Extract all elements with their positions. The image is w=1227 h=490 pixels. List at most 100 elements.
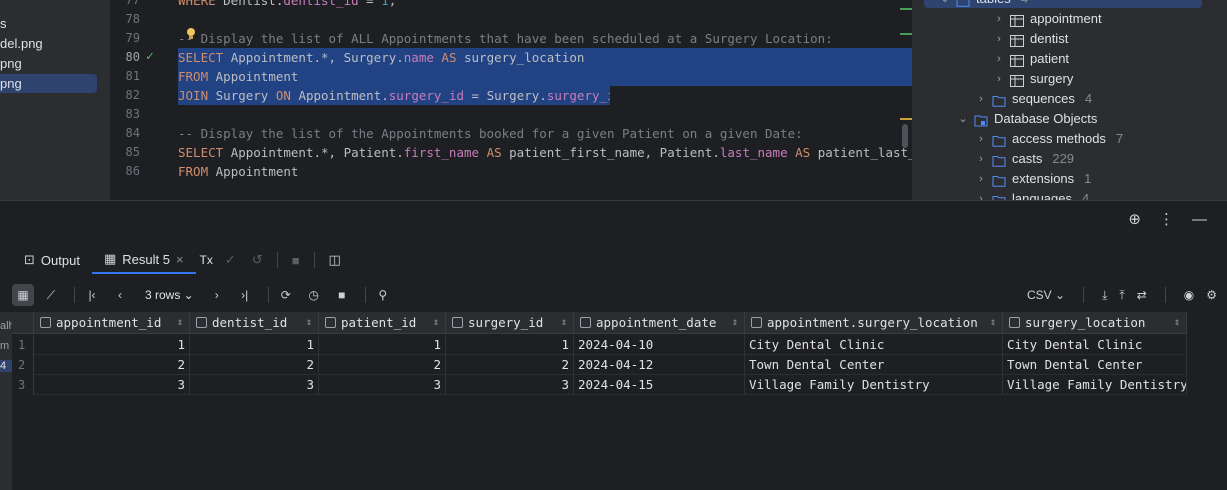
code-line[interactable] — [178, 105, 912, 124]
table-view-icon[interactable]: ▦ — [12, 284, 34, 306]
grid-cell[interactable]: Town Dental Center — [1003, 355, 1187, 375]
compare-icon[interactable]: ⇄ — [1137, 288, 1147, 302]
grid-cell[interactable]: 3 — [446, 375, 574, 395]
clock-icon[interactable]: ◷ — [303, 284, 325, 306]
tree-node-dentist[interactable]: › dentist — [994, 29, 1068, 49]
first-page-icon[interactable]: |‹ — [81, 284, 103, 306]
prev-page-icon[interactable]: ‹ — [109, 284, 131, 306]
row-number[interactable]: 1 — [12, 335, 34, 355]
chevron-icon[interactable]: › — [976, 129, 986, 149]
grid-cell[interactable]: 3 — [34, 375, 190, 395]
chevron-icon[interactable]: › — [976, 149, 986, 169]
chart-view-icon[interactable]: ⟋ — [40, 284, 62, 306]
stop-icon[interactable]: ■ — [331, 284, 353, 306]
file-item[interactable]: s — [0, 14, 97, 33]
column-header[interactable]: appointment.surgery_location ⇕ — [745, 312, 1003, 334]
chevron-icon[interactable]: › — [994, 9, 1004, 29]
sort-icon[interactable]: ⇕ — [306, 312, 312, 333]
tree-node-tables[interactable]: ⌄ tables 4 — [940, 0, 1028, 9]
chevron-icon[interactable]: › — [994, 29, 1004, 49]
code-line[interactable]: FROM Appointment — [178, 162, 912, 181]
grid-cell[interactable]: 2 — [446, 355, 574, 375]
rollback-icon[interactable]: ↺ — [252, 252, 263, 268]
sql-editor[interactable]: 77 78 79 80 ✓ 81 82 83 84 85 86 WHERE Dentist.dent… — [110, 0, 912, 200]
sort-icon[interactable]: ⇕ — [732, 312, 738, 333]
column-header[interactable]: surgery_id ⇕ — [446, 312, 574, 334]
layout-icon[interactable]: ◫ — [329, 252, 341, 268]
code-line[interactable] — [178, 10, 912, 29]
minimize-icon[interactable]: — — [1192, 211, 1207, 228]
grid-cell[interactable]: 2024-04-12 — [574, 355, 745, 375]
chevron-icon[interactable]: ⌄ — [958, 109, 968, 129]
tree-node-appointment[interactable]: › appointment — [994, 9, 1102, 29]
tab-result-5[interactable]: ▦ Result 5 × — [91, 246, 196, 274]
tree-node-extensions[interactable]: › extensions 1 — [976, 169, 1091, 189]
tx-mode-button[interactable]: Tx — [196, 246, 217, 274]
pin-icon[interactable]: ⚲ — [372, 284, 394, 306]
sort-icon[interactable]: ⇕ — [433, 312, 439, 333]
chevron-icon[interactable]: › — [994, 49, 1004, 69]
grid-cell[interactable]: City Dental Clinic — [745, 335, 1003, 355]
tree-node-surgery[interactable]: › surgery — [994, 69, 1073, 89]
tree-node-access-methods[interactable]: › access methods 7 — [976, 129, 1123, 149]
grid-cell[interactable]: 2024-04-10 — [574, 335, 745, 355]
code-line[interactable]: FROM Appointment — [178, 67, 912, 86]
grid-cell[interactable]: City Dental Clinic — [1003, 335, 1187, 355]
stop-icon[interactable]: ■ — [292, 253, 300, 268]
tree-node-languages[interactable]: › languages 4 — [976, 189, 1089, 200]
code-line[interactable]: -- Display the list of the Appointments … — [178, 124, 912, 143]
file-item[interactable]: del.png — [0, 34, 97, 53]
code-line[interactable]: -- Display the list of ALL Appointments … — [178, 29, 912, 48]
file-item[interactable]: png — [0, 74, 97, 93]
grid-cell[interactable]: 2 — [319, 355, 446, 375]
sort-icon[interactable]: ⇕ — [177, 312, 183, 333]
download-icon[interactable]: ⤓ — [1102, 288, 1107, 303]
grid-cell[interactable]: 1 — [190, 335, 319, 355]
lightbulb-icon[interactable] — [186, 27, 196, 41]
next-page-icon[interactable]: › — [206, 284, 228, 306]
grid-cell[interactable]: 2 — [34, 355, 190, 375]
panel-divider[interactable] — [0, 200, 1227, 201]
target-icon[interactable]: ⊕ — [1128, 210, 1141, 228]
tree-node-patient[interactable]: › patient — [994, 49, 1069, 69]
tab-output[interactable]: ⊡ Output — [12, 246, 92, 274]
eye-icon[interactable]: ◉ — [1184, 288, 1194, 302]
sort-icon[interactable]: ⇕ — [561, 312, 567, 333]
file-item[interactable]: png — [0, 54, 97, 73]
tree-node-sequences[interactable]: › sequences 4 — [976, 89, 1092, 109]
grid-cell[interactable]: 3 — [319, 375, 446, 395]
column-header[interactable]: patient_id ⇕ — [319, 312, 446, 334]
export-format-dropdown[interactable]: CSV ⌄ — [1027, 288, 1065, 302]
sort-icon[interactable]: ⇕ — [1174, 312, 1180, 333]
row-count-dropdown[interactable]: 3 rows ⌄ — [145, 288, 194, 302]
grid-cell[interactable]: 1 — [446, 335, 574, 355]
grid-cell[interactable]: Village Family Dentistry — [745, 375, 1003, 395]
last-page-icon[interactable]: ›| — [234, 284, 256, 306]
grid-cell[interactable]: Village Family Dentistry — [1003, 375, 1187, 395]
grid-cell[interactable]: Town Dental Center — [745, 355, 1003, 375]
chevron-icon[interactable]: ⌄ — [940, 0, 950, 9]
grid-cell[interactable]: 1 — [34, 335, 190, 355]
editor-scrollbar[interactable] — [902, 124, 908, 148]
tree-node-casts[interactable]: › casts 229 — [976, 149, 1074, 169]
grid-cell[interactable]: 2024-04-15 — [574, 375, 745, 395]
upload-icon[interactable]: ⤒ — [1119, 288, 1124, 303]
sort-icon[interactable]: ⇕ — [990, 312, 996, 333]
row-number[interactable]: 2 — [12, 355, 34, 375]
code-area[interactable]: WHERE Dentist.dentist_id = 1; -- Display … — [178, 0, 912, 200]
column-header[interactable]: dentist_id ⇕ — [190, 312, 319, 334]
column-header[interactable]: appointment_id ⇕ — [34, 312, 190, 334]
chevron-icon[interactable]: › — [976, 169, 986, 189]
code-line[interactable]: SELECT Appointment.*, Patient.first_name… — [178, 143, 912, 162]
settings-icon[interactable]: ⚙ — [1206, 288, 1217, 302]
grid-cell[interactable]: 1 — [319, 335, 446, 355]
chevron-icon[interactable]: › — [976, 89, 986, 109]
chevron-icon[interactable]: › — [976, 189, 986, 200]
grid-cell[interactable]: 2 — [190, 355, 319, 375]
commit-icon[interactable]: ✓ — [225, 252, 236, 268]
code-line[interactable]: WHERE Dentist.dentist_id = 1; — [178, 0, 912, 10]
chevron-icon[interactable]: › — [994, 69, 1004, 89]
code-line[interactable]: JOIN Surgery ON Appointment.surgery_id =… — [178, 86, 610, 105]
column-header[interactable]: appointment_date ⇕ — [574, 312, 745, 334]
column-header[interactable]: surgery_location ⇕ — [1003, 312, 1187, 334]
